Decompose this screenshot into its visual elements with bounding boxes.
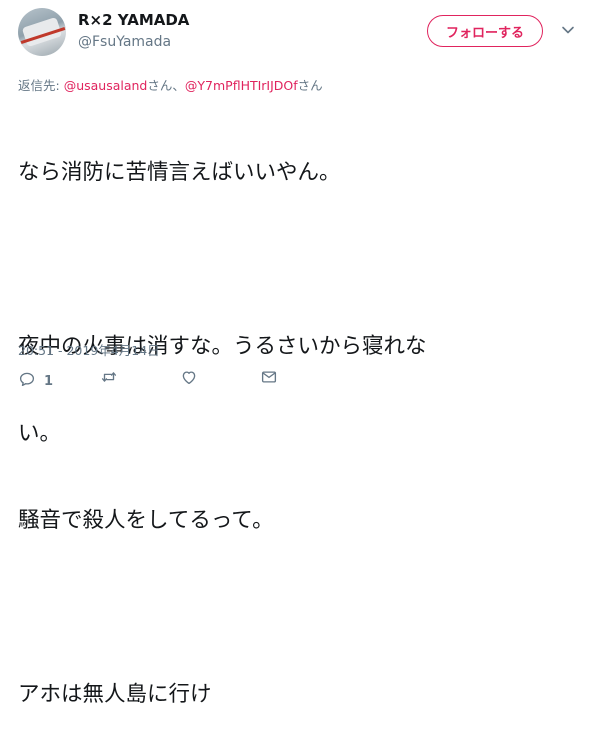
tweet-line: アホは無人島に行け [18, 682, 212, 707]
tweet-line: 騒音で殺人をしてるって。 [18, 508, 274, 533]
like-button[interactable] [180, 368, 206, 386]
chevron-down-icon[interactable] [560, 22, 576, 38]
reply-icon [19, 372, 35, 386]
tweet-line-gap [18, 593, 578, 622]
reply-to-prefix: 返信先: [18, 78, 64, 93]
tweet-line: い。 [18, 421, 62, 446]
retweet-icon [101, 372, 117, 382]
reply-to-suffix-2: さん [297, 78, 323, 93]
display-name[interactable]: R×2 YAMADA [78, 11, 189, 29]
tweet-text: なら消防に苦情言えばいいやん。 夜中の火事は消すな。うるさいから寝れな い。 騒… [18, 100, 578, 738]
direct-message-button[interactable] [260, 368, 278, 386]
tweet-line: なら消防に苦情言えばいいやん。 [18, 160, 341, 185]
reply-button[interactable]: 1 [18, 368, 53, 389]
like-icon [182, 371, 196, 385]
retweet-button[interactable] [100, 368, 126, 386]
reply-to-suffix-1: さん、 [147, 78, 185, 93]
screen-name[interactable]: @FsuYamada [78, 34, 171, 50]
reply-mention-y7mpflhtirijdof[interactable]: @Y7mPflHTIrIJDOf [185, 78, 298, 93]
tweet-timestamp[interactable]: 20:51 - 2019年4月14日 [18, 340, 160, 359]
reply-mention-usausaland[interactable]: @usausaland [64, 78, 148, 93]
avatar[interactable] [18, 8, 66, 56]
message-icon [261, 371, 277, 383]
reply-count: 1 [44, 374, 54, 389]
tweet-line-gap [18, 245, 578, 274]
reply-to-line: 返信先: @usausalandさん、@Y7mPflHTIrIJDOfさん [18, 75, 323, 94]
follow-button[interactable]: フォローする [427, 15, 543, 47]
